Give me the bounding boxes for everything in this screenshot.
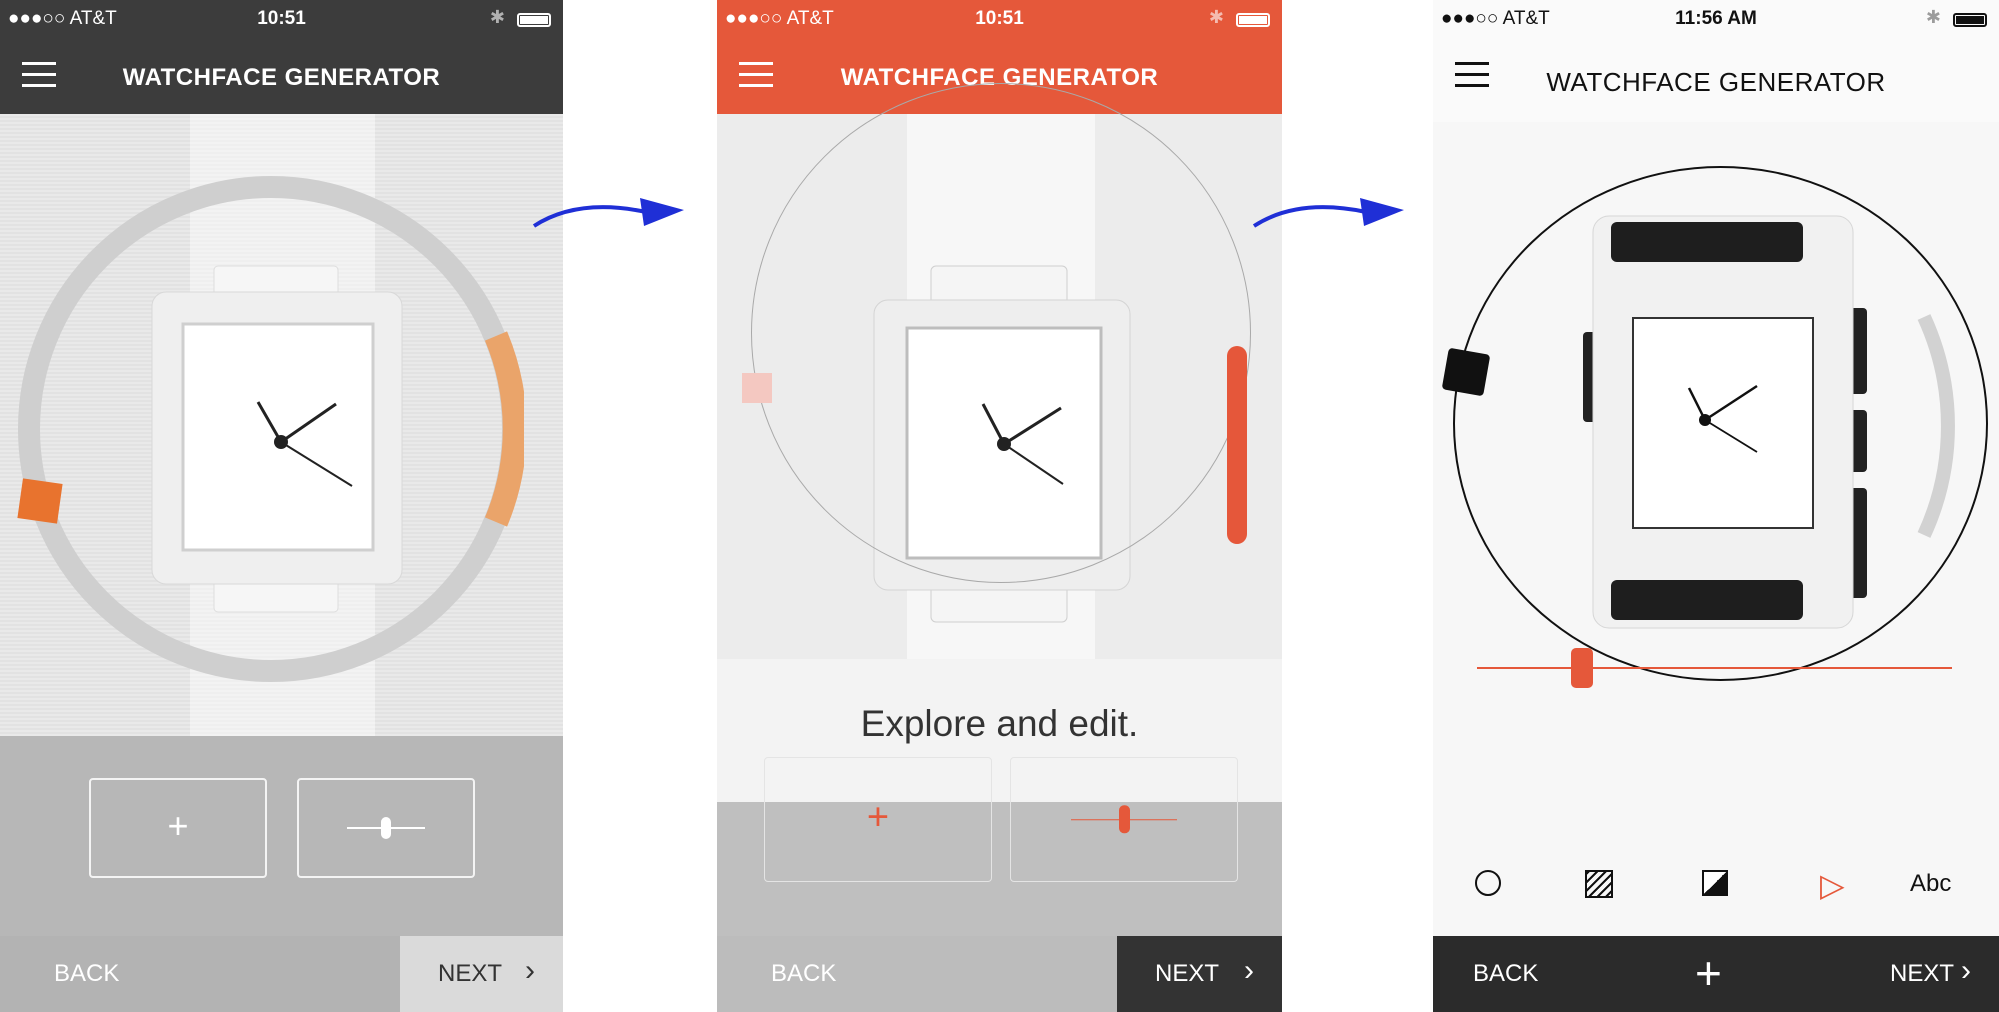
- dial-arc-selection[interactable]: [1910, 311, 1980, 541]
- header-bar: WATCHFACE GENERATOR: [1433, 40, 1999, 122]
- watch-illustration: [1583, 215, 1867, 629]
- slider-tool-button[interactable]: [297, 778, 475, 878]
- status-bar: ●●●○○ AT&T 10:51 ✱: [0, 0, 563, 40]
- next-label: NEXT: [438, 960, 503, 987]
- watch-canvas: [1433, 122, 1999, 936]
- slider-track[interactable]: [1477, 667, 1952, 669]
- battery-icon: [1953, 13, 1987, 27]
- next-button[interactable]: NEXT ›: [1117, 936, 1282, 1012]
- contrast-tool-icon[interactable]: [1702, 870, 1728, 896]
- status-bar: ●●●○○ AT&T 10:51 ✱: [717, 0, 1282, 40]
- phone-screen-3: ●●●○○ AT&T 11:56 AM ✱ WATCHFACE GENERATO…: [1433, 0, 1999, 1012]
- phone-screen-1: ●●●○○ AT&T 10:51 ✱ WATCHFACE GENERATOR +: [0, 0, 563, 1012]
- back-button[interactable]: BACK: [54, 960, 119, 988]
- dial-handle[interactable]: [742, 373, 772, 403]
- flow-arrow-icon: [1252, 198, 1404, 228]
- watch-canvas: [0, 114, 563, 736]
- slider-icon: [347, 817, 425, 839]
- chevron-right-icon: ›: [1961, 954, 1971, 987]
- add-button[interactable]: +: [89, 778, 267, 878]
- chevron-right-icon: ›: [525, 954, 535, 987]
- battery-icon: [517, 13, 551, 27]
- play-icon[interactable]: ▷: [1820, 866, 1845, 904]
- circle-tool-icon[interactable]: [1475, 870, 1501, 896]
- battery-icon: [1236, 13, 1270, 27]
- dial-handle[interactable]: [1441, 347, 1491, 397]
- add-button[interactable]: +: [764, 757, 992, 882]
- dial-arc-selection[interactable]: [1227, 346, 1247, 544]
- status-time: 10:51: [257, 8, 306, 29]
- slider-tool-button[interactable]: [1010, 757, 1238, 882]
- add-button[interactable]: +: [1695, 946, 1722, 1000]
- bluetooth-icon: ✱: [1925, 7, 1941, 27]
- flow-arrow-icon: [532, 198, 684, 228]
- watch-illustration: [151, 265, 403, 613]
- footer-bar: BACK NEXT ›: [717, 936, 1282, 1012]
- footer-bar: BACK + NEXT ›: [1433, 936, 1999, 1012]
- dial-handle[interactable]: [17, 478, 63, 524]
- tool-row: ▷ Abc: [1433, 862, 1999, 912]
- bluetooth-icon: ✱: [1208, 7, 1224, 27]
- status-time: 11:56 AM: [1675, 8, 1757, 29]
- tool-tray: +: [0, 736, 563, 936]
- phone-screen-2: ●●●○○ AT&T 10:51 ✱ WATCHFACE GENERATOR E…: [717, 0, 1282, 1012]
- pattern-tool-icon[interactable]: [1585, 870, 1613, 898]
- slider-knob[interactable]: [1571, 648, 1593, 688]
- bluetooth-icon: ✱: [489, 7, 505, 27]
- plus-icon: +: [167, 804, 189, 846]
- header-bar: WATCHFACE GENERATOR: [0, 40, 563, 114]
- hint-caption: Explore and edit.: [860, 703, 1139, 744]
- next-label: NEXT: [1155, 960, 1220, 987]
- next-button[interactable]: NEXT ›: [1836, 936, 1999, 1012]
- page-title: WATCHFACE GENERATOR: [1546, 67, 1886, 97]
- next-label: NEXT: [1890, 960, 1955, 987]
- status-bar: ●●●○○ AT&T 11:56 AM ✱: [1433, 0, 1999, 40]
- chevron-right-icon: ›: [1244, 954, 1254, 987]
- text-tool-button[interactable]: Abc: [1910, 870, 1951, 898]
- back-button[interactable]: BACK: [771, 960, 836, 988]
- slider-icon: [1071, 804, 1177, 833]
- plus-icon: +: [866, 795, 890, 838]
- dial-ring[interactable]: [751, 83, 1251, 583]
- footer-bar: BACK NEXT ›: [0, 936, 563, 1012]
- back-button[interactable]: BACK: [1473, 960, 1538, 988]
- next-button[interactable]: NEXT ›: [400, 936, 563, 1012]
- page-title: WATCHFACE GENERATOR: [122, 64, 441, 91]
- status-time: 10:51: [975, 8, 1024, 29]
